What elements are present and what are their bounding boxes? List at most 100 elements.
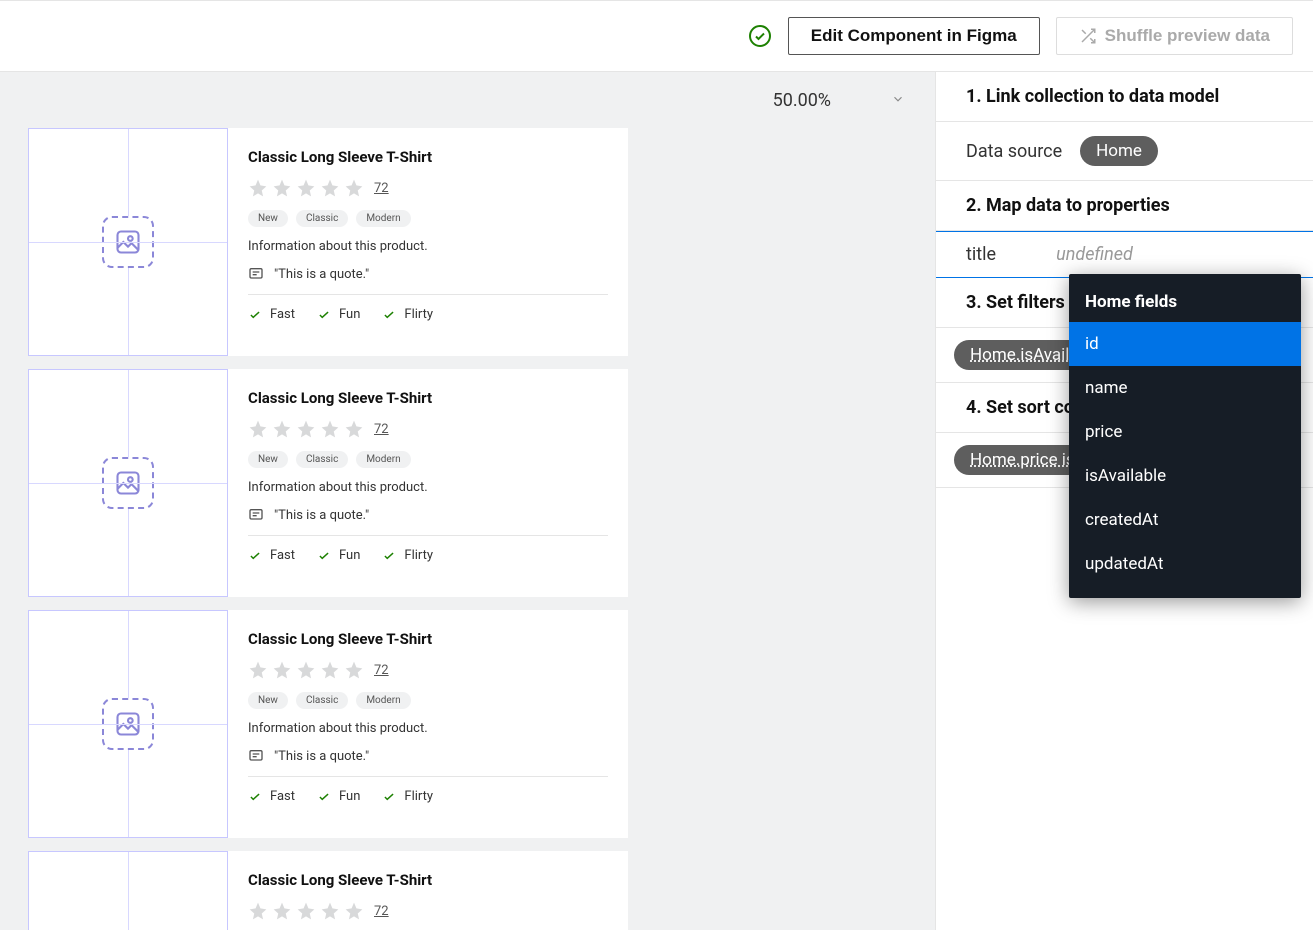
tags-row: New Classic Modern bbox=[248, 692, 608, 709]
feature-item: Fun bbox=[317, 789, 360, 804]
preview-card[interactable]: Classic Long Sleeve T-Shirt 72 New Classi… bbox=[28, 369, 628, 597]
data-source-pill[interactable]: Home bbox=[1080, 136, 1158, 166]
zoom-value: 50.00% bbox=[773, 90, 831, 111]
chevron-down-icon bbox=[891, 90, 905, 111]
step-2-header: 2. Map data to properties bbox=[936, 181, 1313, 231]
review-count[interactable]: 72 bbox=[374, 663, 389, 678]
star-icon bbox=[344, 660, 364, 680]
check-icon bbox=[317, 308, 331, 322]
star-icon bbox=[296, 419, 316, 439]
zoom-select[interactable]: 50.00% bbox=[773, 90, 905, 111]
check-icon bbox=[248, 308, 262, 322]
tag: New bbox=[248, 692, 288, 709]
feature-item: Flirty bbox=[382, 548, 433, 563]
star-icon bbox=[296, 660, 316, 680]
review-count[interactable]: 72 bbox=[374, 181, 389, 196]
check-icon bbox=[317, 790, 331, 804]
prop-value: undefined bbox=[1056, 244, 1133, 265]
tag: Modern bbox=[356, 210, 410, 227]
tag: Classic bbox=[296, 692, 348, 709]
tag: Classic bbox=[296, 210, 348, 227]
check-icon bbox=[248, 549, 262, 563]
check-icon bbox=[382, 790, 396, 804]
card-title: Classic Long Sleeve T-Shirt bbox=[248, 630, 608, 648]
review-count[interactable]: 72 bbox=[374, 904, 389, 919]
quote-icon bbox=[248, 748, 264, 764]
quote-row: "This is a quote." bbox=[248, 507, 608, 523]
dropdown-header: Home fields bbox=[1069, 284, 1301, 322]
button-label: Shuffle preview data bbox=[1105, 26, 1270, 46]
prop-name: title bbox=[966, 244, 996, 265]
zoom-bar: 50.00% bbox=[0, 80, 935, 120]
tag: New bbox=[248, 451, 288, 468]
star-icon bbox=[320, 660, 340, 680]
star-icon bbox=[248, 178, 268, 198]
dropdown-item-updatedAt[interactable]: updatedAt bbox=[1069, 542, 1301, 586]
image-icon bbox=[102, 457, 154, 509]
tag: New bbox=[248, 210, 288, 227]
image-placeholder bbox=[28, 851, 228, 930]
card-description: Information about this product. bbox=[248, 239, 608, 254]
features-row: FastFunFlirty bbox=[248, 307, 608, 322]
feature-item: Fast bbox=[248, 548, 295, 563]
preview-card[interactable]: Classic Long Sleeve T-Shirt 72 New Classi… bbox=[28, 610, 628, 838]
tag: Modern bbox=[356, 692, 410, 709]
tag: Classic bbox=[296, 451, 348, 468]
review-count[interactable]: 72 bbox=[374, 422, 389, 437]
star-icon bbox=[296, 901, 316, 921]
star-icon bbox=[344, 901, 364, 921]
card-title: Classic Long Sleeve T-Shirt bbox=[248, 871, 608, 889]
divider bbox=[248, 535, 608, 536]
image-placeholder bbox=[28, 610, 228, 838]
data-source-label: Data source bbox=[966, 141, 1062, 162]
shuffle-preview-button[interactable]: Shuffle preview data bbox=[1056, 17, 1293, 55]
edit-in-figma-button[interactable]: Edit Component in Figma bbox=[788, 17, 1040, 55]
dropdown-item-isAvailable[interactable]: isAvailable bbox=[1069, 454, 1301, 498]
star-icon bbox=[248, 901, 268, 921]
check-icon bbox=[382, 549, 396, 563]
rating-row: 72 bbox=[248, 419, 608, 439]
tags-row: New Classic Modern bbox=[248, 210, 608, 227]
preview-area: Classic Long Sleeve T-Shirt 72 New Classi… bbox=[28, 128, 628, 930]
preview-card[interactable]: Classic Long Sleeve T-Shirt 72 NewClassi… bbox=[28, 128, 628, 356]
star-icon bbox=[248, 419, 268, 439]
star-icon bbox=[320, 178, 340, 198]
dropdown-item-price[interactable]: price bbox=[1069, 410, 1301, 454]
rating-row: 72 bbox=[248, 901, 608, 921]
star-icon bbox=[344, 419, 364, 439]
star-icon bbox=[248, 660, 268, 680]
card-description: Information about this product. bbox=[248, 480, 608, 495]
dropdown-item-name[interactable]: name bbox=[1069, 366, 1301, 410]
star-icon bbox=[320, 419, 340, 439]
data-source-row: Data source Home bbox=[936, 122, 1313, 181]
rating-row: 72 bbox=[248, 660, 608, 680]
property-map-row[interactable]: title undefined bbox=[936, 231, 1313, 278]
star-icon bbox=[320, 901, 340, 921]
dropdown-item-id[interactable]: id bbox=[1069, 322, 1301, 366]
feature-item: Flirty bbox=[382, 789, 433, 804]
rating-row: 72 bbox=[248, 178, 608, 198]
quote-row: "This is a quote." bbox=[248, 748, 608, 764]
features-row: Fast Fun Flirty bbox=[248, 789, 608, 804]
check-icon bbox=[382, 308, 396, 322]
sync-ok-icon bbox=[748, 24, 772, 48]
image-icon bbox=[102, 698, 154, 750]
image-icon bbox=[102, 216, 154, 268]
star-icon bbox=[272, 660, 292, 680]
star-icon bbox=[272, 419, 292, 439]
card-description: Information about this product. bbox=[248, 721, 608, 736]
top-bar: Edit Component in Figma Shuffle preview … bbox=[0, 0, 1313, 72]
image-placeholder bbox=[28, 369, 228, 597]
check-icon bbox=[317, 549, 331, 563]
divider bbox=[248, 294, 608, 295]
feature-item: Flirty bbox=[382, 307, 433, 322]
check-icon bbox=[248, 790, 262, 804]
dropdown-item-createdAt[interactable]: createdAt bbox=[1069, 498, 1301, 542]
preview-card[interactable]: Classic Long Sleeve T-Shirt 72 NewClassi… bbox=[28, 851, 628, 930]
card-title: Classic Long Sleeve T-Shirt bbox=[248, 389, 608, 407]
features-row: FastFunFlirty bbox=[248, 548, 608, 563]
star-icon bbox=[296, 178, 316, 198]
feature-item: Fast bbox=[248, 789, 295, 804]
quote-icon bbox=[248, 266, 264, 282]
star-icon bbox=[272, 178, 292, 198]
